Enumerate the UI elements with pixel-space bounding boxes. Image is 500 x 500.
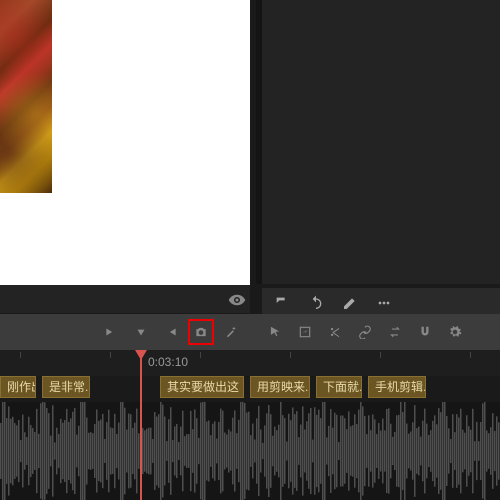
magnet-tool-button[interactable]: [412, 319, 438, 345]
clip-item[interactable]: 下面就.: [316, 376, 362, 398]
side-panel: [256, 0, 500, 284]
snapshot-button[interactable]: [188, 319, 214, 345]
select-tool-button[interactable]: [262, 319, 288, 345]
clip-item[interactable]: 其实要做出这: [160, 376, 244, 398]
waveform-track[interactable]: [0, 402, 500, 500]
mark-down-button[interactable]: [128, 319, 154, 345]
swap-tool-button[interactable]: [382, 319, 408, 345]
undo-icon[interactable]: [308, 295, 324, 311]
more-icon[interactable]: [376, 295, 392, 311]
visibility-icon[interactable]: [228, 291, 246, 309]
timecode-label: 0:03:10: [148, 355, 188, 369]
preview-footer: [0, 285, 250, 313]
mark-in-button[interactable]: [98, 319, 124, 345]
preview-thumbnail: [0, 0, 52, 193]
preview-panel: [0, 0, 250, 285]
clip-item[interactable]: 手机剪辑.: [368, 376, 426, 398]
pencil-icon[interactable]: [342, 295, 358, 311]
mark-out-button[interactable]: [158, 319, 184, 345]
clip-track[interactable]: 刚作出. 是非常. 其实要做出这用剪映来. 下面就. 手机剪辑.: [0, 376, 500, 400]
corner-icon[interactable]: [274, 295, 290, 311]
clip-item[interactable]: 刚作出.: [0, 376, 36, 398]
timeline-toolbar: [0, 314, 500, 350]
playhead[interactable]: [140, 350, 142, 500]
settings-button[interactable]: [442, 319, 468, 345]
timecode-ruler[interactable]: 0:03:10: [0, 350, 500, 376]
clip-item[interactable]: 是非常.: [42, 376, 90, 398]
cut-tool-button[interactable]: [322, 319, 348, 345]
edit-tool-button[interactable]: [292, 319, 318, 345]
link-tool-button[interactable]: [352, 319, 378, 345]
wand-button[interactable]: [218, 319, 244, 345]
clip-item[interactable]: 用剪映来.: [250, 376, 310, 398]
